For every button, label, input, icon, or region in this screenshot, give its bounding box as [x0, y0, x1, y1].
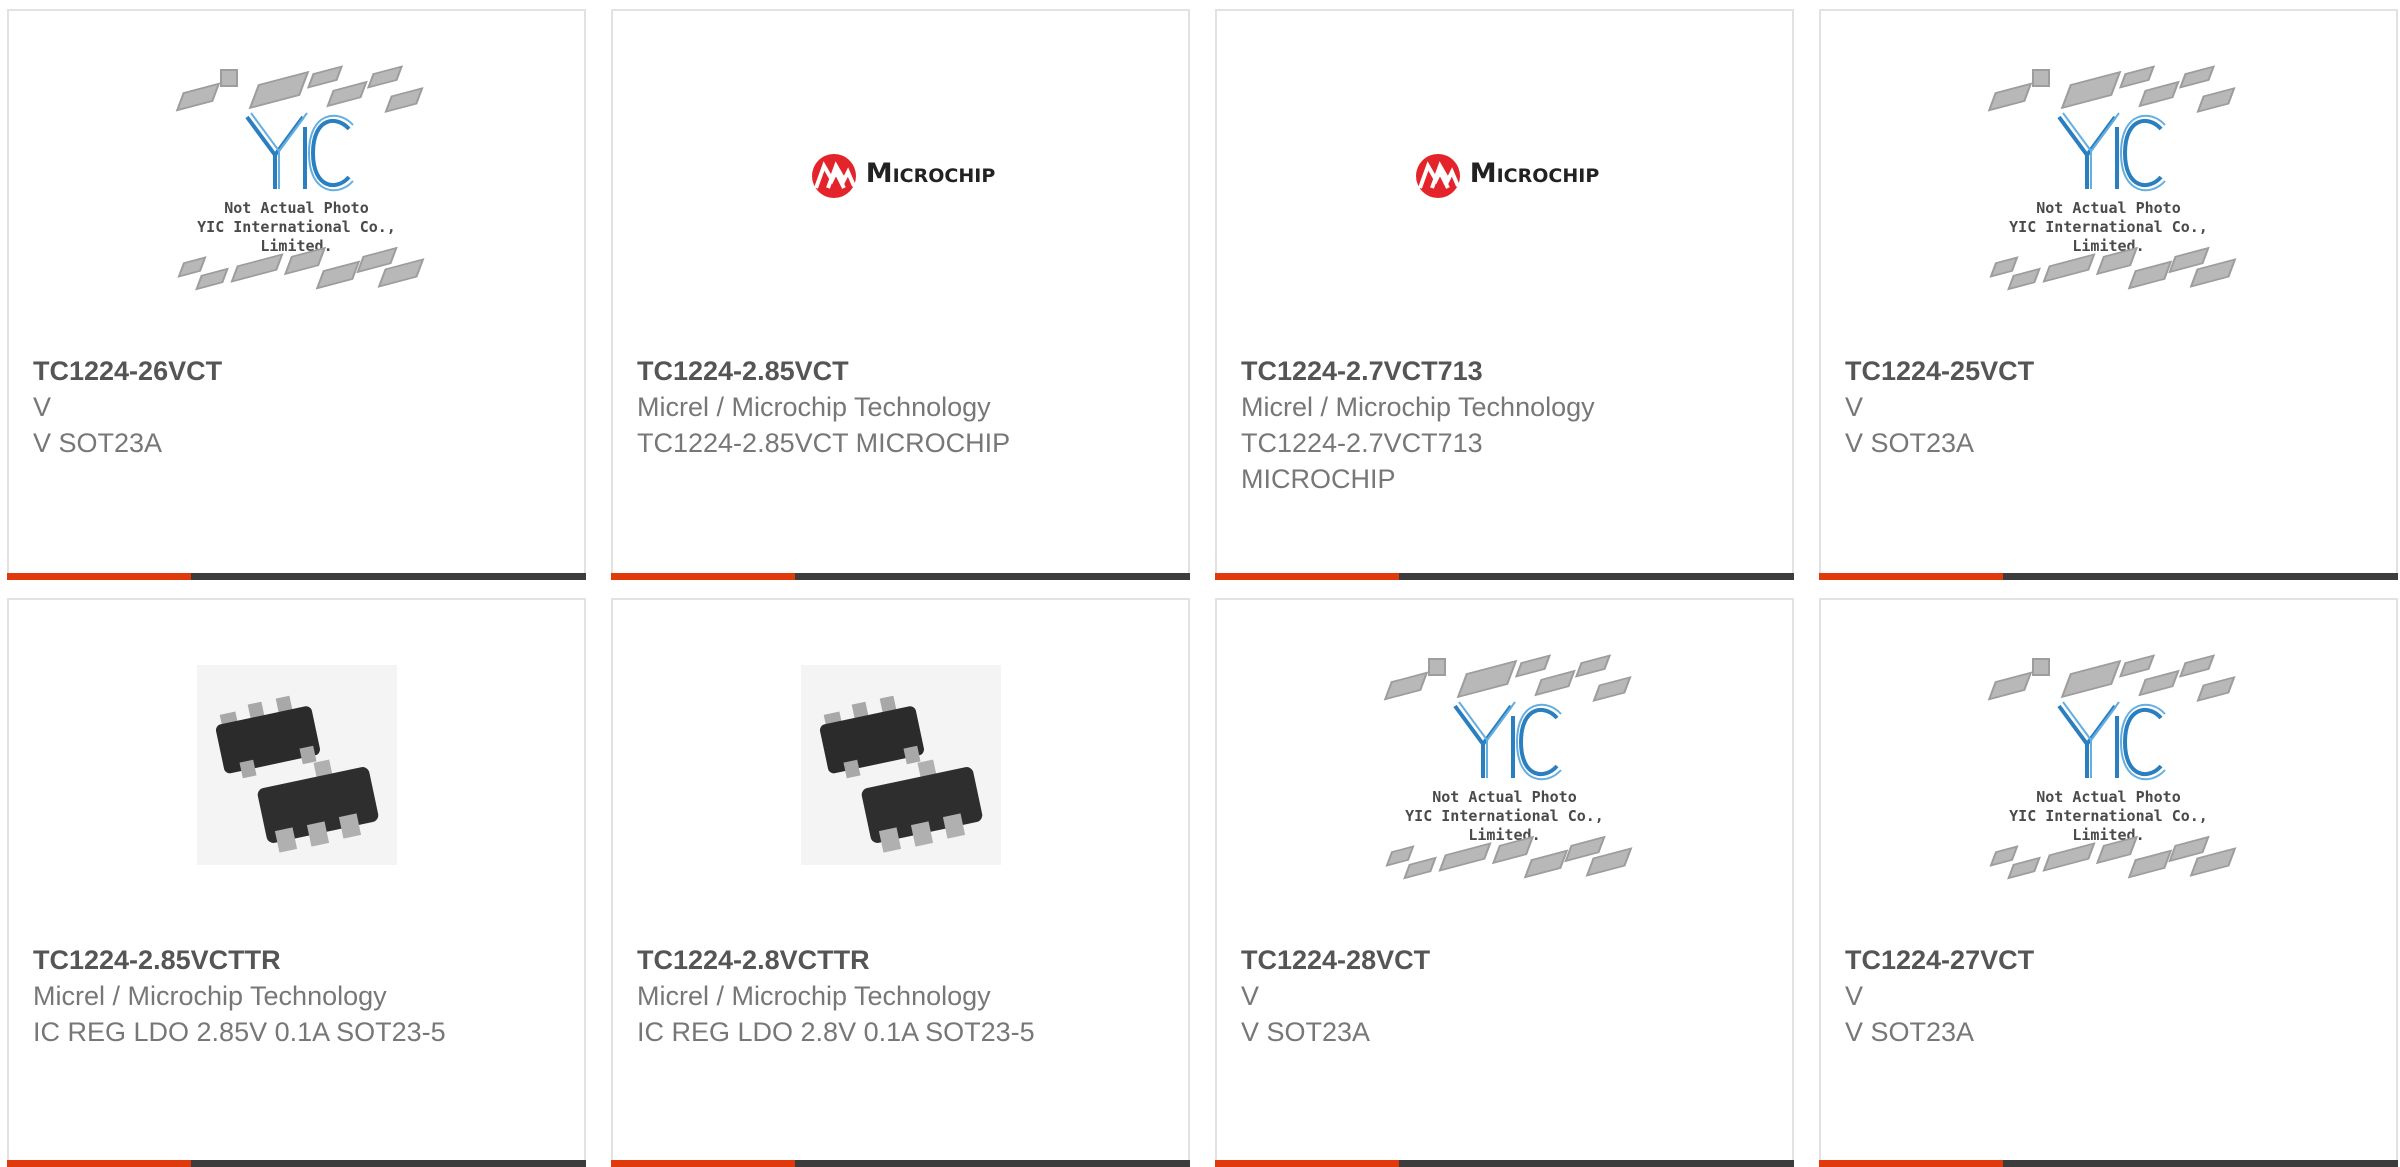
description: V SOT23A [1241, 1017, 1371, 1047]
sot23-package-photo [800, 665, 1001, 865]
card-footer-bar [1215, 573, 1794, 580]
product-card[interactable]: Not Actual Photo YIC International Co., … [1819, 598, 2398, 1167]
placeholder-line1: Not Actual Photo [1432, 787, 1577, 806]
part-number[interactable]: TC1224-2.85VCT [637, 353, 1077, 389]
microchip-logo-icon [811, 153, 856, 198]
product-card[interactable]: TC1224-2.85VCTTR Micrel / Microchip Tech… [7, 598, 586, 1167]
microchip-logo: Microchip [806, 150, 996, 198]
description: IC REG LDO 2.8V 0.1A SOT23-5 [637, 1017, 1035, 1047]
microchip-logo-icon [1415, 153, 1460, 198]
product-image-logo: Microchip [613, 11, 1188, 346]
placeholder-line1: Not Actual Photo [224, 198, 369, 217]
description: V SOT23A [1845, 428, 1975, 458]
part-number[interactable]: TC1224-2.7VCT713 [1241, 353, 1641, 389]
product-image-logo: Microchip [1217, 11, 1792, 346]
manufacturer: Micrel / Microchip Technology [33, 981, 387, 1011]
product-card[interactable]: Microchip TC1224-2.85VCT Micrel / Microc… [611, 9, 1190, 580]
yic-placeholder-image: Not Actual Photo YIC International Co., … [1974, 59, 2244, 299]
product-card[interactable]: TC1224-2.8VCTTR Micrel / Microchip Techn… [611, 598, 1190, 1167]
yic-logo-icon [2056, 700, 2166, 780]
yic-placeholder-image: Not Actual Photo YIC International Co., … [1974, 648, 2244, 888]
product-image-photo [613, 600, 1188, 935]
card-footer-bar [1819, 1160, 2398, 1167]
manufacturer: V [1845, 392, 1864, 422]
manufacturer: V [1845, 981, 1864, 1011]
part-number[interactable]: TC1224-25VCT [1845, 353, 2285, 389]
placeholder-line1: Not Actual Photo [2036, 198, 2181, 217]
description: TC1224-2.85VCT MICROCHIP [637, 428, 1011, 458]
product-image-placeholder: Not Actual Photo YIC International Co., … [1821, 11, 2396, 346]
part-number[interactable]: TC1224-26VCT [33, 353, 473, 389]
yic-logo-icon [1452, 700, 1562, 780]
description: V SOT23A [33, 428, 163, 458]
card-footer-bar [7, 573, 586, 580]
card-footer-bar [611, 1160, 1190, 1167]
manufacturer: V [1241, 981, 1260, 1011]
manufacturer: Micrel / Microchip Technology [1241, 392, 1595, 422]
product-card[interactable]: Not Actual Photo YIC International Co., … [7, 9, 586, 580]
product-image-placeholder: Not Actual Photo YIC International Co., … [1821, 600, 2396, 935]
microchip-logo-text: Microchip [1469, 158, 1600, 189]
card-footer-bar [1215, 1160, 1794, 1167]
manufacturer: Micrel / Microchip Technology [637, 392, 991, 422]
description: V SOT23A [1845, 1017, 1975, 1047]
product-card[interactable]: Not Actual Photo YIC International Co., … [1215, 598, 1794, 1167]
product-image-photo [9, 600, 584, 935]
yic-logo-icon [2056, 111, 2166, 191]
card-footer-bar [7, 1160, 586, 1167]
microchip-logo-text: Microchip [865, 158, 996, 189]
yic-logo-icon [244, 111, 354, 191]
product-card[interactable]: Not Actual Photo YIC International Co., … [1819, 9, 2398, 580]
part-number[interactable]: TC1224-28VCT [1241, 942, 1681, 978]
manufacturer: Micrel / Microchip Technology [637, 981, 991, 1011]
part-number[interactable]: TC1224-2.8VCTTR [637, 942, 1157, 978]
placeholder-line1: Not Actual Photo [2036, 787, 2181, 806]
yic-placeholder-image: Not Actual Photo YIC International Co., … [162, 59, 432, 299]
product-image-placeholder: Not Actual Photo YIC International Co., … [1217, 600, 1792, 935]
sot23-package-photo [196, 665, 397, 865]
product-image-placeholder: Not Actual Photo YIC International Co., … [9, 11, 584, 346]
part-number[interactable]: TC1224-27VCT [1845, 942, 2285, 978]
product-grid: Not Actual Photo YIC International Co., … [0, 0, 2400, 1167]
yic-placeholder-image: Not Actual Photo YIC International Co., … [1370, 648, 1640, 888]
description: TC1224-2.7VCT713 MICROCHIP [1241, 428, 1483, 494]
description: IC REG LDO 2.85V 0.1A SOT23-5 [33, 1017, 446, 1047]
part-number[interactable]: TC1224-2.85VCTTR [33, 942, 473, 978]
card-footer-bar [1819, 573, 2398, 580]
manufacturer: V [33, 392, 52, 422]
product-card[interactable]: Microchip TC1224-2.7VCT713 Micrel / Micr… [1215, 9, 1794, 580]
microchip-logo: Microchip [1410, 150, 1600, 198]
card-footer-bar [611, 573, 1190, 580]
